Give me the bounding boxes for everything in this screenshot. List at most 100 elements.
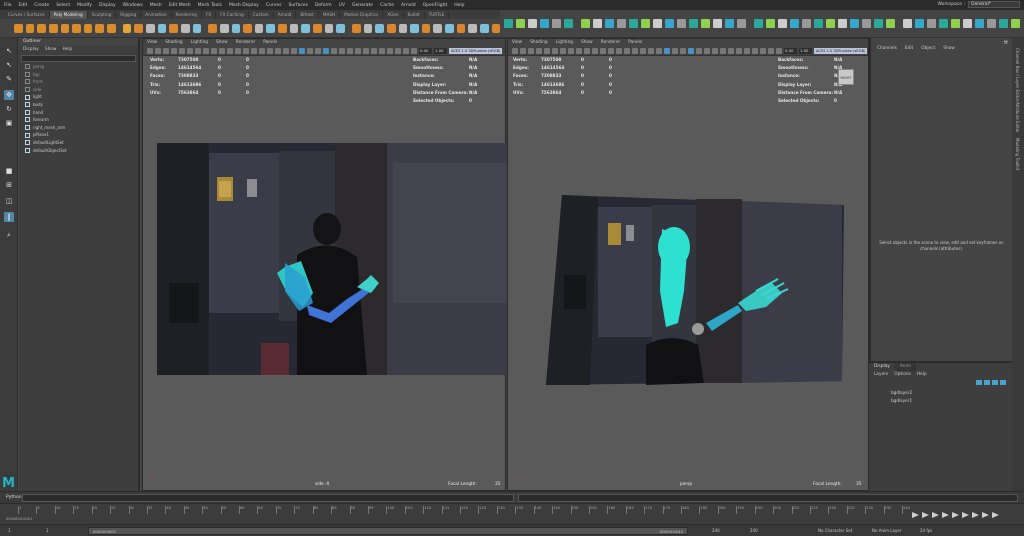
shelf-tab-mash[interactable]: MASH: [319, 11, 341, 19]
outliner-item[interactable]: right_mesh_arm: [19, 124, 138, 132]
viewport-menu-lighting[interactable]: Lighting: [556, 39, 573, 47]
viewport-tool-26-icon[interactable]: [712, 48, 718, 54]
new-layer-selected-icon[interactable]: [1000, 380, 1006, 385]
status-tool-2-icon[interactable]: [516, 19, 525, 28]
status-tool-41-icon[interactable]: [999, 19, 1008, 28]
smooth-icon[interactable]: [243, 23, 252, 33]
status-tool-22-icon[interactable]: [766, 19, 775, 28]
gear-icon[interactable]: [157, 23, 167, 33]
viewport-tool-34-icon[interactable]: [776, 48, 782, 54]
viewport-tool-33-icon[interactable]: [403, 48, 409, 54]
menu-modify[interactable]: Modify: [77, 3, 92, 8]
viewport-menu-show[interactable]: Show: [581, 39, 593, 47]
viewport-tool-10-icon[interactable]: [584, 48, 590, 54]
viewport-tool-9-icon[interactable]: [576, 48, 582, 54]
viewport-tool-5-icon[interactable]: [179, 48, 185, 54]
viewport-tool-24-icon[interactable]: [696, 48, 702, 54]
viewport-tool-30-icon[interactable]: [379, 48, 385, 54]
single-pane-icon[interactable]: ■: [4, 166, 14, 176]
shelf-tab-rendering[interactable]: Rendering: [172, 11, 202, 19]
viewport-menu-shading[interactable]: Shading: [530, 39, 547, 47]
help-menu[interactable]: Help: [917, 371, 927, 379]
helix-icon[interactable]: [146, 23, 155, 33]
viewport-tool-20-icon[interactable]: [299, 48, 305, 54]
workspace-dropdown[interactable]: General*: [968, 1, 1020, 8]
move-layer-down-icon[interactable]: [984, 380, 990, 385]
status-tool-14-icon[interactable]: [665, 19, 674, 28]
connect-icon[interactable]: [363, 23, 373, 33]
fill-hole-icon[interactable]: [324, 23, 334, 33]
viewport-tool-20-icon[interactable]: [664, 48, 670, 54]
step-back-icon[interactable]: [922, 512, 929, 518]
bevel-icon[interactable]: [289, 23, 299, 33]
viewport-tool-21-icon[interactable]: [307, 48, 313, 54]
menu-curves[interactable]: Curves: [266, 3, 282, 8]
layer-row[interactable]: bgdlayer1: [869, 397, 1012, 405]
shelf-tab-rigging[interactable]: Rigging: [116, 11, 142, 19]
viewport-menu-renderer[interactable]: Renderer: [236, 39, 256, 47]
fps-dropdown[interactable]: 24 fps: [920, 528, 932, 533]
shelf-tab-bifrost[interactable]: Bifrost: [296, 11, 319, 19]
extract-icon[interactable]: [231, 23, 241, 33]
sphere-icon[interactable]: [14, 23, 23, 33]
shelf-tab-bullet[interactable]: Bullet: [404, 11, 425, 19]
prism-icon[interactable]: [122, 23, 132, 33]
slide-icon[interactable]: [421, 23, 431, 33]
menu-create[interactable]: Create: [34, 3, 49, 8]
range-start-field[interactable]: 1: [8, 528, 11, 533]
viewport-tool-33-icon[interactable]: [768, 48, 774, 54]
status-tool-35-icon[interactable]: [927, 19, 936, 28]
viewport-persp[interactable]: View Shading Lighting Show Renderer Panels 0.…: [507, 38, 869, 491]
status-tool-12-icon[interactable]: [641, 19, 650, 28]
edit-menu[interactable]: Edit: [905, 46, 913, 51]
viewport-menu-view[interactable]: View: [147, 39, 157, 47]
status-tool-32-icon[interactable]: [886, 19, 895, 28]
viewport-tool-8-icon[interactable]: [203, 48, 209, 54]
outliner-item[interactable]: forearm: [19, 116, 138, 124]
menu-display[interactable]: Display: [99, 3, 116, 8]
menu-edit-mesh[interactable]: Edit Mesh: [169, 3, 191, 8]
viewport-tool-31-icon[interactable]: [752, 48, 758, 54]
status-tool-26-icon[interactable]: [814, 19, 823, 28]
crease-icon[interactable]: [456, 23, 466, 33]
status-tool-33-icon[interactable]: [903, 19, 912, 28]
menu-surfaces[interactable]: Surfaces: [288, 3, 308, 8]
viewport-tool-13-icon[interactable]: [608, 48, 614, 54]
layout-side-by-side-icon[interactable]: ‖: [4, 212, 14, 222]
status-tool-37-icon[interactable]: [951, 19, 960, 28]
viewport-tool-22-icon[interactable]: [315, 48, 321, 54]
step-forward-icon[interactable]: [972, 512, 979, 518]
tab-display[interactable]: Display: [869, 363, 895, 371]
viewport-menu-panels[interactable]: Panels: [628, 39, 642, 47]
shelf-tab-custom[interactable]: Custom: [249, 11, 274, 19]
outliner-menu-show[interactable]: Show: [45, 46, 57, 54]
status-tool-42-icon[interactable]: [1011, 19, 1020, 28]
range-end-field[interactable]: 240: [750, 528, 758, 533]
viewport-tool-5-icon[interactable]: [544, 48, 550, 54]
status-tool-34-icon[interactable]: [915, 19, 924, 28]
menu-mesh-tools[interactable]: Mesh Tools: [198, 3, 222, 8]
viewport-menu-view[interactable]: View: [512, 39, 522, 47]
exposure-field[interactable]: 0.00: [784, 48, 797, 54]
viewport-tool-23-icon[interactable]: [688, 48, 694, 54]
menu-deform[interactable]: Deform: [315, 3, 332, 8]
quad-draw-icon[interactable]: [375, 23, 384, 33]
viewport-menu-shading[interactable]: Shading: [165, 39, 182, 47]
combine-icon[interactable]: [208, 23, 217, 33]
menu-mesh-display[interactable]: Mesh Display: [229, 3, 259, 8]
separate-icon[interactable]: [219, 23, 229, 33]
platonic-icon[interactable]: [95, 23, 105, 33]
viewport-tool-16-icon[interactable]: [267, 48, 273, 54]
move-layer-up-icon[interactable]: [976, 380, 982, 385]
shelf-tab-xgen[interactable]: XGen: [383, 11, 404, 19]
status-tool-19-icon[interactable]: [725, 19, 734, 28]
menu-edit[interactable]: Edit: [19, 3, 28, 8]
status-tool-24-icon[interactable]: [790, 19, 799, 28]
options-menu[interactable]: Options: [894, 371, 911, 379]
viewport-tool-8-icon[interactable]: [568, 48, 574, 54]
layer-row[interactable]: bgdlayer2: [869, 389, 1012, 397]
viewport-menu-renderer[interactable]: Renderer: [601, 39, 621, 47]
viewport-menu-panels[interactable]: Panels: [263, 39, 277, 47]
gamma-field[interactable]: 1.00: [434, 48, 447, 54]
viewport-tool-1-icon[interactable]: [512, 48, 518, 54]
